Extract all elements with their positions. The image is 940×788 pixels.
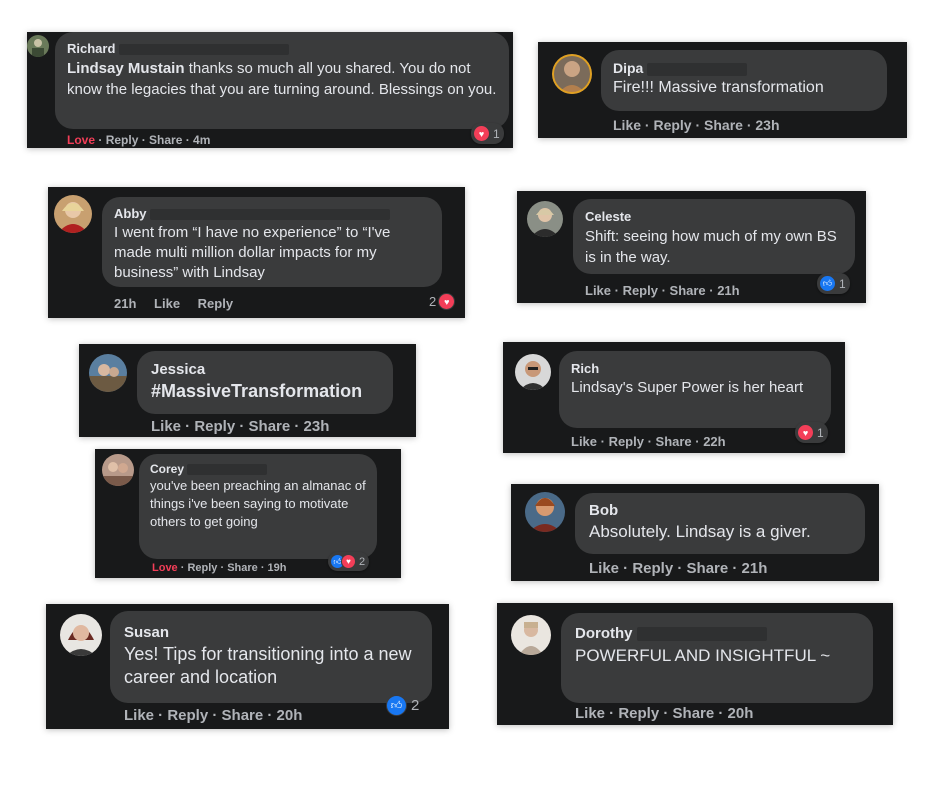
comment-actions[interactable]: Like · Reply · Share · 21h bbox=[589, 560, 767, 577]
comment-bubble: Dipa Fire!!! Massive transformation bbox=[601, 50, 887, 111]
avatar[interactable] bbox=[527, 201, 563, 237]
avatar[interactable] bbox=[525, 492, 565, 532]
comment-card-dipa: Dipa Fire!!! Massive transformation Like… bbox=[538, 42, 907, 138]
comment-bubble: Bob Absolutely. Lindsay is a giver. bbox=[575, 493, 865, 554]
comment-actions[interactable]: Like · Reply · Share · 20h bbox=[124, 707, 302, 724]
avatar[interactable] bbox=[27, 35, 49, 57]
reaction-count[interactable]: 👍︎ 2 bbox=[384, 693, 423, 718]
avatar[interactable] bbox=[511, 615, 551, 655]
love-reaction-link[interactable]: Love bbox=[67, 133, 95, 147]
avatar[interactable] bbox=[54, 195, 92, 233]
author-name[interactable]: Susan bbox=[124, 623, 418, 643]
comment-actions[interactable]: Like · Reply · Share · 23h bbox=[151, 418, 329, 435]
comment-actions[interactable]: Like · Reply · Share · 23h bbox=[613, 117, 780, 133]
avatar[interactable] bbox=[89, 354, 127, 392]
reaction-count[interactable]: 2 ♥ bbox=[429, 293, 456, 310]
author-name[interactable]: Dorothy bbox=[575, 624, 859, 644]
comment-card-bob: Bob Absolutely. Lindsay is a giver. Like… bbox=[511, 484, 879, 581]
heart-icon: ♥ bbox=[797, 424, 814, 441]
author-name[interactable]: Jessica bbox=[151, 361, 379, 379]
comment-text: Lindsay's Super Power is her heart bbox=[571, 379, 804, 396]
author-name[interactable]: Rich bbox=[571, 360, 819, 378]
comment-actions: Love · Reply · Share · 19h bbox=[152, 562, 287, 574]
avatar[interactable] bbox=[102, 454, 134, 486]
comment-actions: 21h Like Reply bbox=[114, 296, 233, 311]
comment-text: you've been preaching an almanac of thin… bbox=[150, 478, 366, 529]
comment-bubble: Celeste Shift: seeing how much of my own… bbox=[573, 199, 855, 274]
comment-card-corey: Corey you've been preaching an almanac o… bbox=[95, 449, 401, 578]
reaction-count[interactable]: ♥ 1 bbox=[795, 422, 828, 443]
avatar[interactable] bbox=[515, 354, 551, 390]
thumbs-up-icon: 👍︎ bbox=[386, 695, 407, 716]
timestamp: 21h bbox=[114, 296, 137, 311]
comment-text: POWERFUL AND INSIGHTFUL ~ bbox=[575, 646, 831, 665]
actions-text[interactable]: · Reply · Share · 19h bbox=[181, 562, 287, 574]
reaction-count[interactable]: 👍︎ 1 bbox=[817, 273, 850, 294]
comment-bubble: Dorothy POWERFUL AND INSIGHTFUL ~ bbox=[561, 613, 873, 703]
comment-bubble: Rich Lindsay's Super Power is her heart bbox=[559, 351, 831, 428]
mention-link[interactable]: Lindsay Mustain bbox=[67, 60, 185, 77]
author-name[interactable]: Richard bbox=[67, 40, 497, 58]
heart-icon: ♥ bbox=[438, 293, 456, 310]
comment-card-richard: Richard Lindsay Mustain thanks so much a… bbox=[27, 32, 513, 148]
comment-card-jessica: Jessica #MassiveTransformation Like · Re… bbox=[79, 344, 416, 437]
comment-text: Yes! Tips for transitioning into a new c… bbox=[124, 644, 412, 687]
author-name[interactable]: Corey bbox=[150, 461, 366, 477]
reply-button[interactable]: Reply bbox=[198, 296, 233, 311]
comment-bubble: Corey you've been preaching an almanac o… bbox=[139, 454, 377, 559]
comment-bubble: Abby I went from “I have no experience” … bbox=[102, 197, 442, 287]
reaction-count[interactable]: ♥ 1 bbox=[471, 123, 504, 144]
actions-text[interactable]: Reply · Share · 4m bbox=[106, 133, 211, 147]
comment-actions[interactable]: Like · Reply · Share · 22h bbox=[571, 434, 726, 449]
like-button[interactable]: Like bbox=[154, 296, 180, 311]
comment-bubble: Jessica #MassiveTransformation bbox=[137, 351, 393, 414]
comment-actions: Love · Reply · Share · 4m bbox=[67, 133, 211, 147]
heart-icon: ♥ bbox=[341, 554, 356, 569]
author-name[interactable]: Celeste bbox=[585, 208, 843, 226]
comment-text: I went from “I have no experience” to “I… bbox=[114, 224, 391, 281]
comment-actions[interactable]: Like · Reply · Share · 21h bbox=[585, 283, 740, 298]
reaction-count[interactable]: 👍︎ ♥ 2 bbox=[328, 552, 370, 571]
author-name[interactable]: Dipa bbox=[613, 59, 875, 77]
comment-text: Absolutely. Lindsay is a giver. bbox=[589, 522, 811, 541]
avatar[interactable] bbox=[60, 614, 102, 656]
hashtag-link[interactable]: #MassiveTransformation bbox=[151, 379, 379, 403]
comment-card-susan: Susan Yes! Tips for transitioning into a… bbox=[46, 604, 449, 729]
comment-bubble: Susan Yes! Tips for transitioning into a… bbox=[110, 611, 432, 703]
comment-bubble: Richard Lindsay Mustain thanks so much a… bbox=[55, 32, 509, 129]
comment-card-celeste: Celeste Shift: seeing how much of my own… bbox=[517, 191, 866, 303]
author-name[interactable]: Bob bbox=[589, 502, 851, 520]
thumbs-up-icon: 👍︎ bbox=[819, 275, 836, 292]
comment-card-abby: Abby I went from “I have no experience” … bbox=[48, 187, 465, 318]
avatar[interactable] bbox=[552, 54, 592, 94]
love-reaction-link[interactable]: Love bbox=[152, 562, 178, 574]
author-name[interactable]: Abby bbox=[114, 205, 430, 223]
comment-card-dorothy: Dorothy POWERFUL AND INSIGHTFUL ~ Like ·… bbox=[497, 603, 893, 725]
comment-actions[interactable]: Like · Reply · Share · 20h bbox=[575, 705, 753, 722]
comment-text: Fire!!! Massive transformation bbox=[613, 79, 824, 96]
comment-text: Shift: seeing how much of my own BS is i… bbox=[585, 228, 837, 266]
comment-card-rich: Rich Lindsay's Super Power is her heart … bbox=[503, 342, 845, 453]
heart-icon: ♥ bbox=[473, 125, 490, 142]
